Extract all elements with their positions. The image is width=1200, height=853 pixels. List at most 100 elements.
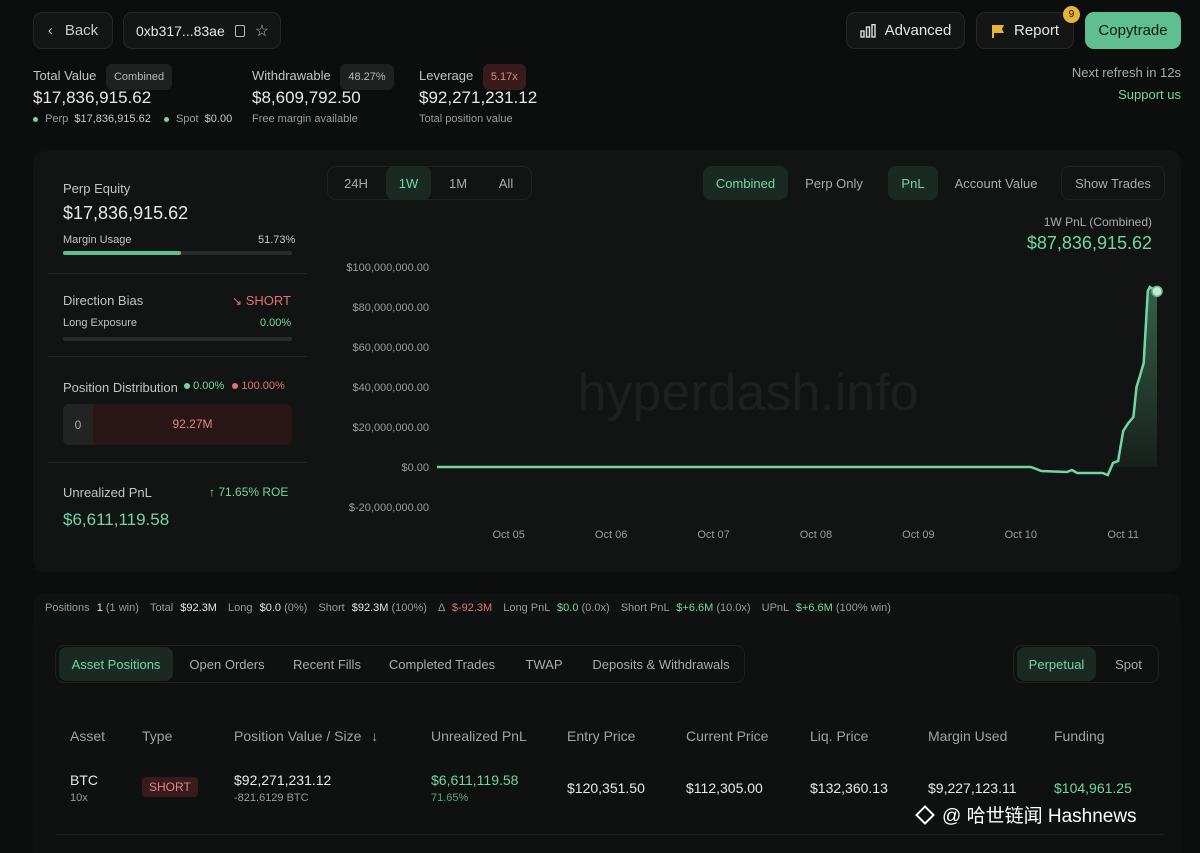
advanced-button[interactable]: Advanced	[846, 12, 965, 49]
col-entry-price[interactable]: Entry Price	[567, 728, 635, 744]
divider	[48, 462, 307, 463]
long-dot-icon	[184, 383, 190, 390]
stat-sub: (100% win)	[835, 602, 891, 614]
perp-label: Perp	[45, 113, 69, 125]
position-size: -821.6129 BTC	[234, 792, 309, 804]
row-unrealized-pct: 71.65%	[431, 792, 469, 804]
direction-bias-label: Direction Bias	[63, 293, 144, 308]
short-dot-icon	[232, 383, 239, 390]
stat-value: $0.0	[259, 602, 282, 614]
metric-label: Account Value	[954, 175, 1038, 191]
y-tick-label: $60,000,000.00	[353, 342, 429, 354]
withdrawable-sub: Free margin available	[252, 113, 358, 125]
support-link[interactable]: Support us	[1118, 87, 1181, 102]
tab-spot[interactable]: Spot	[1102, 647, 1155, 681]
copy-icon[interactable]	[234, 24, 245, 37]
margin-usage-value: 51.73%	[258, 234, 296, 246]
x-tick-label: Oct 11	[1107, 529, 1139, 541]
tab-deposits-withdrawals[interactable]: Deposits & Withdrawals	[584, 647, 738, 681]
tab-asset-positions[interactable]: Asset Positions	[59, 647, 173, 681]
back-button[interactable]: ‹ Back	[33, 12, 113, 49]
bar-chart-icon	[859, 23, 876, 38]
stat-sub: (10.0x)	[716, 602, 751, 614]
mode-combined-tab[interactable]: Combined	[703, 166, 788, 200]
stat-label: Total	[149, 602, 174, 614]
sort-down-icon: ↓	[371, 728, 379, 744]
diamond-logo-icon	[915, 804, 935, 825]
tab-label: Open Orders	[189, 656, 265, 672]
perp-value: $17,836,915.62	[74, 113, 151, 125]
stat-sub: (1 win)	[105, 602, 139, 614]
range-label: All	[498, 175, 514, 191]
tab-label: Completed Trades	[388, 656, 496, 672]
perp-equity-value: $17,836,915.62	[63, 203, 189, 223]
combined-pill: Combined	[105, 64, 173, 90]
tab-twap[interactable]: TWAP	[512, 647, 576, 681]
range-tab-1w[interactable]: 1W	[386, 166, 431, 200]
stat-sub: (100%)	[391, 602, 427, 614]
report-button[interactable]: Report	[976, 12, 1074, 49]
col-label: Position Value / Size	[234, 728, 362, 744]
perp-dot-icon	[33, 116, 38, 122]
tab-perpetual[interactable]: Perpetual	[1017, 647, 1096, 681]
short-pct: 100.00%	[241, 380, 285, 392]
col-type[interactable]: Type	[142, 728, 172, 744]
range-tab-1m[interactable]: 1M	[437, 166, 479, 200]
x-tick-label: Oct 07	[697, 529, 729, 541]
leverage-value: $92,271,231.12	[419, 88, 538, 107]
spot-label: Spot	[175, 113, 199, 125]
stat-label: Long PnL	[503, 602, 550, 614]
range-tab-24h[interactable]: 24H	[333, 166, 379, 200]
funding-value: $104,961.25	[1054, 780, 1132, 796]
metric-account-tab[interactable]: Account Value	[944, 166, 1048, 200]
col-asset[interactable]: Asset	[70, 728, 105, 744]
tab-open-orders[interactable]: Open Orders	[180, 647, 274, 681]
metric-pnl-tab[interactable]: PnL	[888, 166, 938, 200]
copytrade-button[interactable]: Copytrade	[1085, 12, 1181, 49]
x-tick-label: Oct 09	[902, 529, 934, 541]
margin-usage-label: Margin Usage	[63, 234, 132, 246]
col-liq-price[interactable]: Liq. Price	[810, 728, 868, 744]
chart-watermark: hyperdash.info	[577, 364, 918, 422]
mode-perp-tab[interactable]: Perp Only	[794, 166, 874, 200]
col-unrealized-pnl[interactable]: Unrealized PnL	[431, 728, 527, 744]
show-trades-label: Show Trades	[1075, 175, 1151, 191]
stat-sub: (0.0x)	[581, 602, 610, 614]
x-tick-label: Oct 05	[492, 529, 524, 541]
col-position-value[interactable]: Position Value / Size ↓	[234, 728, 378, 744]
stat-value: $+6.6M	[795, 602, 833, 614]
entry-price: $120,351.50	[567, 780, 645, 796]
stat-value: $92.3M	[180, 602, 217, 614]
col-current-price[interactable]: Current Price	[686, 728, 768, 744]
pnl-chart: hyperdash.info $100,000,000.00 $80,000,00…	[346, 262, 1163, 541]
liq-price: $132,360.13	[810, 780, 888, 796]
position-distribution-legend: 0.00% 100.00%	[184, 380, 285, 392]
advanced-label: Advanced	[884, 22, 952, 39]
withdrawable-value: $8,609,792.50	[252, 88, 361, 107]
star-icon[interactable]: ☆	[255, 21, 269, 41]
dist-short-value: 92.27M	[172, 417, 213, 431]
long-pct: 0.00%	[193, 380, 225, 392]
margin-used: $9,227,123.11	[928, 780, 1017, 796]
tab-completed-trades[interactable]: Completed Trades	[380, 647, 504, 681]
long-exposure-label: Long Exposure	[63, 317, 137, 329]
leverage-label: Leverage	[419, 68, 474, 83]
tab-label: Spot	[1115, 656, 1142, 672]
col-margin-used[interactable]: Margin Used	[928, 728, 1007, 744]
stat-label: Positions	[45, 602, 90, 614]
tab-recent-fills[interactable]: Recent Fills	[282, 647, 372, 681]
tab-label: Deposits & Withdrawals	[592, 656, 730, 672]
perp-equity-label: Perp Equity	[63, 181, 131, 196]
pnl-area	[1107, 287, 1157, 475]
range-tab-all[interactable]: All	[485, 166, 527, 200]
type-badge: SHORT	[142, 777, 198, 797]
col-funding[interactable]: Funding	[1054, 728, 1105, 744]
chevron-left-icon: ‹	[47, 22, 53, 39]
show-trades-button[interactable]: Show Trades	[1061, 166, 1165, 200]
stat-value: $+6.6M	[676, 602, 714, 614]
range-label: 24H	[344, 175, 368, 191]
dist-long-segment: 0	[63, 404, 93, 445]
y-tick-label: $100,000,000.00	[346, 262, 429, 274]
tab-label: Asset Positions	[71, 656, 161, 672]
stat-value: $92.3M	[351, 602, 389, 614]
